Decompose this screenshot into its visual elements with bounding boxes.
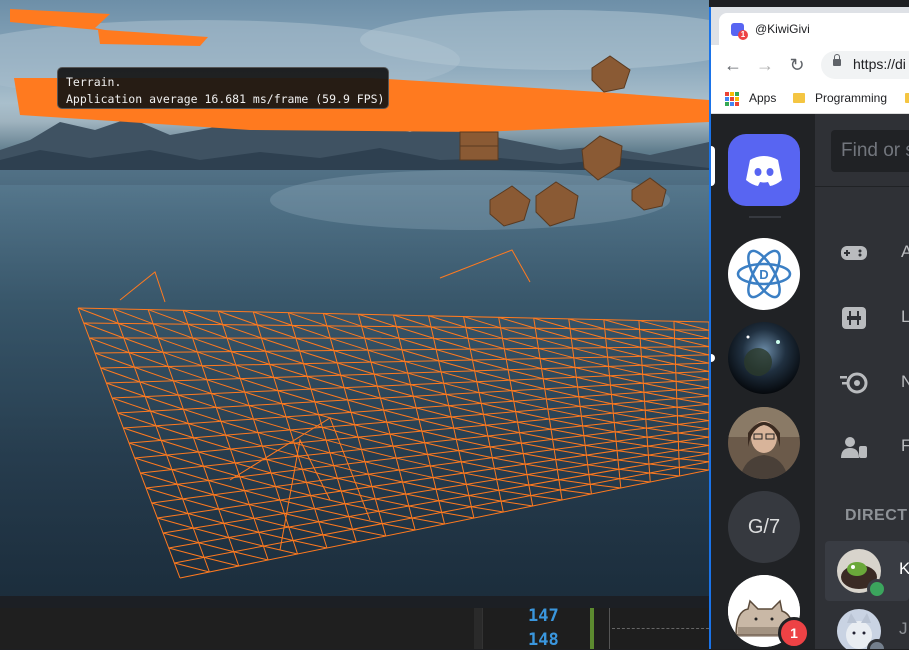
crates xyxy=(460,56,666,226)
nav-library[interactable]: L xyxy=(827,297,909,339)
selected-indicator xyxy=(711,146,715,186)
server-person[interactable] xyxy=(728,407,800,479)
tab-notification-badge: 1 xyxy=(738,30,748,40)
server-separator xyxy=(749,216,781,218)
browser-tab[interactable]: 1 @KiwiGivi xyxy=(719,13,909,45)
tab-strip: 1 @KiwiGivi xyxy=(711,7,909,45)
dm-sidebar: Find or s A L N xyxy=(815,114,909,649)
gamepad-icon xyxy=(839,238,869,268)
friends-icon xyxy=(839,432,869,462)
lock-icon xyxy=(833,59,841,66)
atom-icon: D xyxy=(728,238,800,310)
server-space[interactable] xyxy=(728,322,800,394)
arrow-right-icon[interactable]: → xyxy=(753,53,777,77)
terrain-viewport[interactable]: Terrain. Application average 16.681 ms/f… xyxy=(0,0,709,608)
editor-left-pane xyxy=(0,608,474,649)
nav-friends[interactable]: F xyxy=(827,426,909,468)
server-notification-badge: 1 xyxy=(778,617,810,649)
bookmarks-bar: Apps Programming xyxy=(711,85,909,114)
library-icon xyxy=(839,303,869,333)
bookmark-apps[interactable]: Apps xyxy=(749,91,776,105)
nav-nitro[interactable]: N xyxy=(827,362,909,404)
browser-window: 1 @KiwiGivi ← → ↻ https://di Apps Progra… xyxy=(709,7,909,649)
server-atom[interactable]: D xyxy=(728,238,800,310)
space-avatar-icon xyxy=(728,322,800,394)
arrow-left-icon[interactable]: ← xyxy=(721,53,745,77)
direct-messages-header: DIRECT xyxy=(845,507,908,525)
navigation-bar: ← → ↻ https://di xyxy=(711,45,909,85)
online-status-icon xyxy=(867,579,887,599)
dm-name: J xyxy=(899,619,908,639)
editor-splitter[interactable] xyxy=(474,608,482,649)
tab-title: @KiwiGivi xyxy=(755,22,810,36)
line-number: 147 xyxy=(528,606,568,626)
nav-label: A xyxy=(901,242,909,262)
code-editor[interactable]: 147 148 xyxy=(0,608,709,649)
nav-label: F xyxy=(901,436,909,456)
home-button[interactable] xyxy=(728,134,800,206)
search-placeholder: Find or s xyxy=(841,140,909,162)
divider xyxy=(815,186,909,187)
folder-icon xyxy=(793,93,805,103)
server-text[interactable]: G/7 xyxy=(728,491,800,563)
apps-grid-icon[interactable] xyxy=(725,92,739,106)
folder-icon xyxy=(905,93,909,103)
line-number: 148 xyxy=(528,630,568,650)
bookmark-programming[interactable]: Programming xyxy=(815,91,887,105)
url-text: https://di xyxy=(853,56,906,72)
discord-logo-icon xyxy=(728,134,800,206)
address-bar[interactable]: https://di xyxy=(821,51,909,79)
person-avatar-icon xyxy=(728,407,800,479)
hud-overlay: Terrain. Application average 16.681 ms/f… xyxy=(57,67,389,109)
hud-title: Terrain. xyxy=(66,75,121,89)
indent-guide xyxy=(609,608,610,649)
nav-activity[interactable]: A xyxy=(827,232,909,274)
atom-letter: D xyxy=(759,267,768,282)
server-list: D G/7 xyxy=(711,114,815,649)
nav-label: L xyxy=(901,307,909,327)
unread-indicator xyxy=(711,354,715,362)
nav-label: N xyxy=(901,372,909,392)
dm-row[interactable]: K xyxy=(825,541,909,601)
hud-fps: Application average 16.681 ms/frame (59.… xyxy=(66,92,385,106)
dm-row[interactable]: J xyxy=(825,601,909,649)
dm-name: K xyxy=(899,559,909,579)
reload-icon[interactable]: ↻ xyxy=(785,53,809,77)
change-marker xyxy=(590,608,594,649)
find-conversation-input[interactable]: Find or s xyxy=(831,130,909,172)
nitro-icon xyxy=(839,368,869,398)
code-separator xyxy=(612,628,709,630)
offline-status-icon xyxy=(867,639,887,649)
